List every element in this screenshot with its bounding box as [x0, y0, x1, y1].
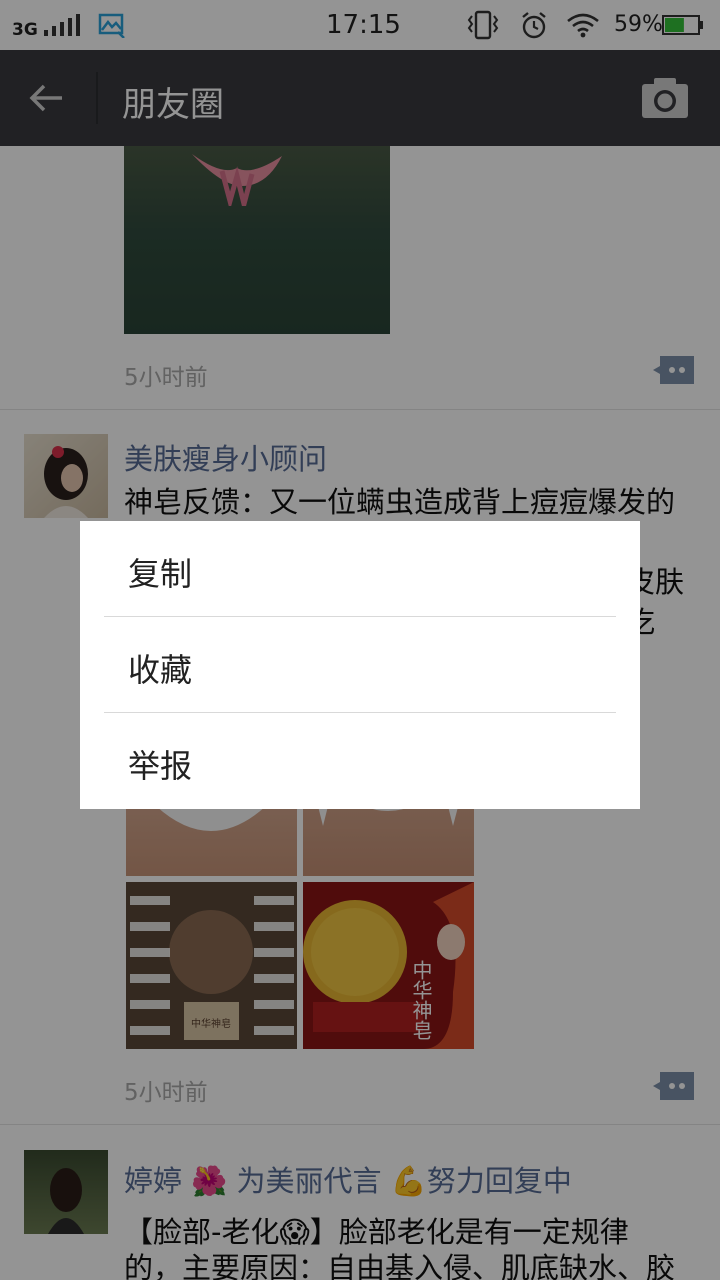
menu-item-copy[interactable]: 复制 [80, 521, 640, 616]
menu-item-favorite[interactable]: 收藏 [80, 617, 640, 712]
menu-item-label: 复制 [128, 555, 193, 593]
menu-item-label: 收藏 [128, 651, 193, 689]
context-menu: 复制 收藏 举报 [80, 521, 640, 809]
menu-item-label: 举报 [128, 747, 193, 785]
menu-item-report[interactable]: 举报 [80, 713, 640, 808]
